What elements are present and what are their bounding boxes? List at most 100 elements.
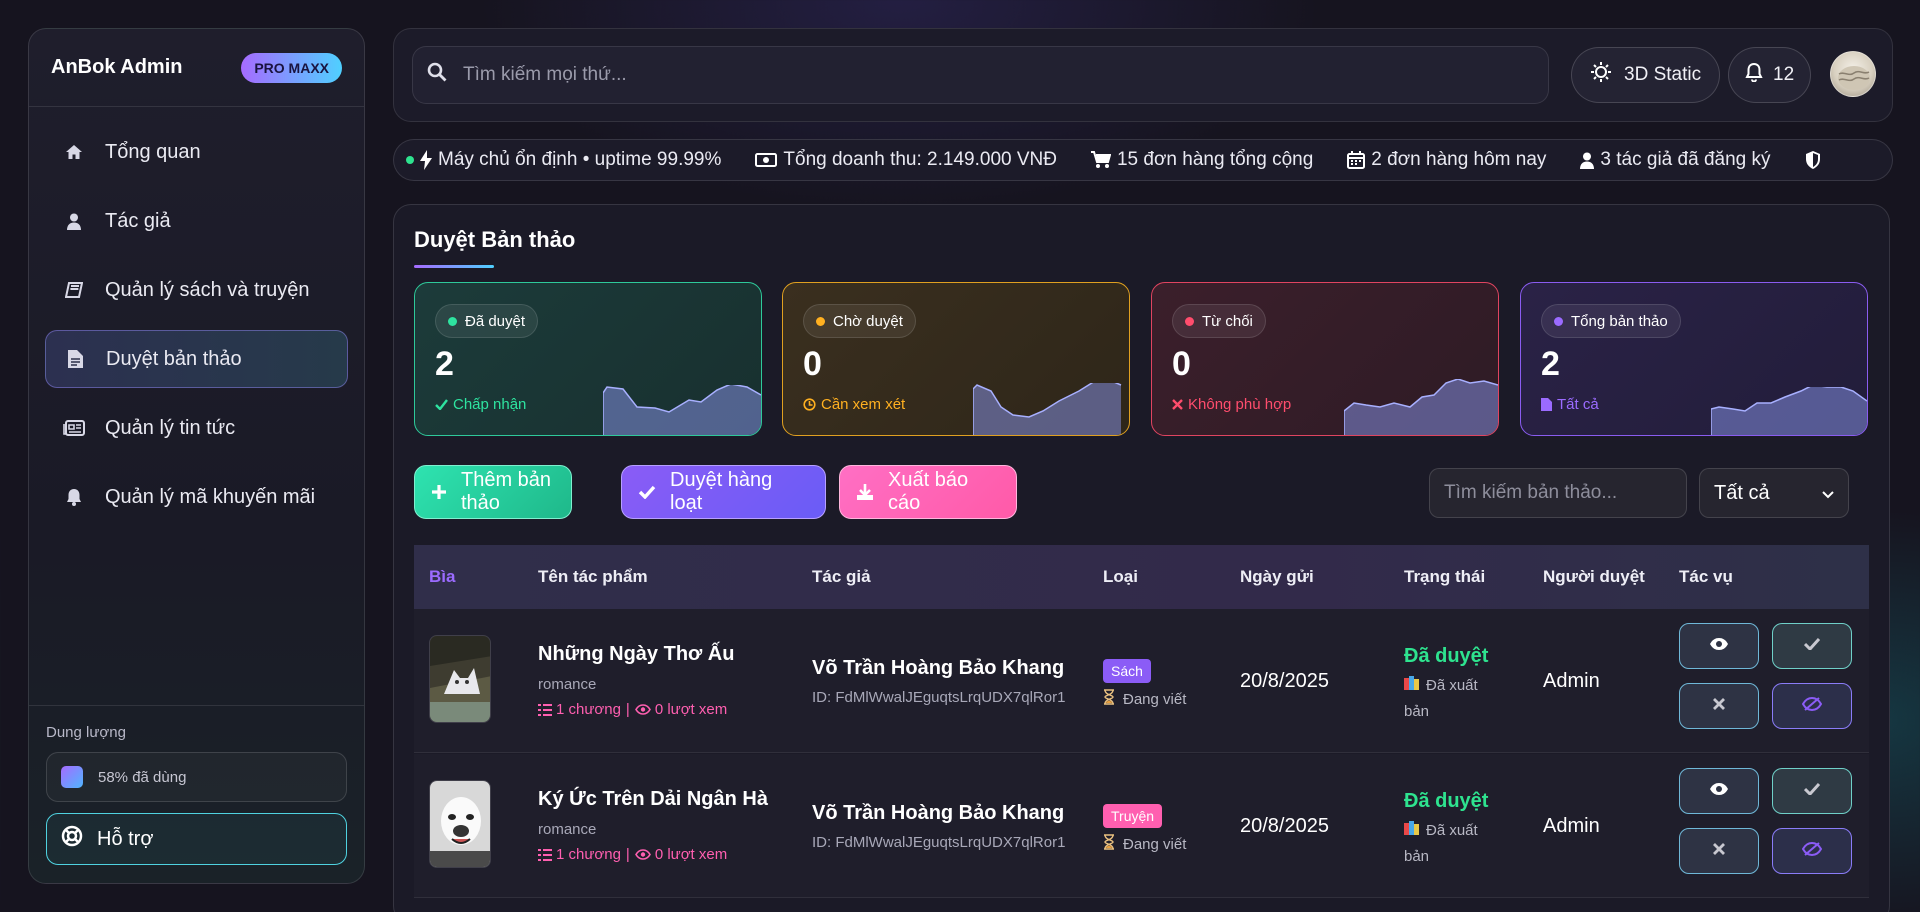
sidebar-item-label: Quản lý tin tức xyxy=(105,416,236,439)
sidebar-item-label: Quản lý mã khuyến mãi xyxy=(105,485,316,508)
column-header[interactable]: Tên tác phẩm xyxy=(538,567,648,587)
stat-subtitle-text: Tất cả xyxy=(1557,396,1599,413)
eye-icon xyxy=(634,704,651,715)
stat-chip: Chờ duyệt xyxy=(803,304,916,338)
book-title[interactable]: Ký Ức Trên Dải Ngân Hà xyxy=(538,788,768,811)
submitted-date: 20/8/2025 xyxy=(1240,670,1329,692)
stat-chip: Từ chối xyxy=(1172,304,1266,338)
ticker-security xyxy=(1805,151,1827,169)
column-header[interactable]: Tác giả xyxy=(812,567,871,587)
view-button[interactable] xyxy=(1679,768,1759,814)
meta-separator: | xyxy=(625,846,630,863)
status-filter-select[interactable]: Tất cả xyxy=(1699,468,1849,518)
hourglass-icon xyxy=(1103,689,1115,709)
view-count: 0 lượt xem xyxy=(654,846,728,863)
stat-subtitle-text: Chấp nhận xyxy=(453,396,527,413)
home-icon xyxy=(63,144,85,160)
global-search-input[interactable]: Tìm kiếm mọi thứ... xyxy=(412,46,1549,104)
user-icon xyxy=(63,213,85,230)
storage-swatch-icon xyxy=(61,766,83,788)
stat-value: 2 xyxy=(1541,345,1560,383)
sidebar-item-books[interactable]: Quản lý sách và truyện xyxy=(45,261,348,319)
hourglass-icon xyxy=(1103,834,1115,854)
sparkline-chart xyxy=(1711,387,1867,435)
writing-status: Đang viết xyxy=(1103,689,1186,709)
chapter-count: 1 chương xyxy=(556,846,621,863)
sidebar-item-label: Tổng quan xyxy=(105,140,201,163)
sidebar: AnBok Admin PRO MAXX Tổng quan Tác giả Q… xyxy=(28,28,365,884)
status-detail: Đã xuất bản xyxy=(1404,673,1504,725)
book-icon xyxy=(63,282,85,298)
table-row: Những Ngày Thơ Ấu romance 1 chương | 0 l… xyxy=(414,609,1869,753)
export-report-button[interactable]: Xuất báo cáo xyxy=(839,465,1017,519)
support-button[interactable]: Hỗ trợ xyxy=(46,813,347,865)
sidebar-item-overview[interactable]: Tổng quan xyxy=(45,123,348,181)
column-header[interactable]: Người duyệt xyxy=(1543,567,1645,587)
stat-chip: Tổng bản thảo xyxy=(1541,304,1681,338)
user-avatar[interactable] xyxy=(1830,51,1876,97)
sidebar-item-promo[interactable]: Quản lý mã khuyến mãi xyxy=(45,468,348,526)
meta-separator: | xyxy=(625,701,630,718)
status-label: Đã duyệt xyxy=(1404,645,1489,667)
notification-count: 12 xyxy=(1773,64,1795,85)
status-dot-icon xyxy=(448,316,457,326)
reject-button[interactable] xyxy=(1679,683,1759,729)
column-header[interactable]: Trạng thái xyxy=(1404,567,1485,587)
hide-button[interactable] xyxy=(1772,828,1852,874)
stat-card-pending: Chờ duyệt 0 Cần xem xét xyxy=(782,282,1130,436)
approve-button[interactable] xyxy=(1772,623,1852,669)
support-label: Hỗ trợ xyxy=(97,827,154,850)
manuscript-search-input[interactable]: Tìm kiếm bản thảo... xyxy=(1429,468,1687,518)
notifications-button[interactable]: 12 xyxy=(1728,47,1812,103)
file-icon xyxy=(1541,398,1552,411)
sidebar-item-manuscripts[interactable]: Duyệt bản thảo xyxy=(45,330,348,388)
sidebar-item-label: Duyệt bản thảo xyxy=(106,347,242,370)
sidebar-item-authors[interactable]: Tác giả xyxy=(45,192,348,250)
bulk-approve-button[interactable]: Duyệt hàng loạt xyxy=(621,465,826,519)
table-row: Ký Ức Trên Dải Ngân Hà romance 1 chương … xyxy=(414,754,1869,898)
theme-label: 3D Static xyxy=(1624,64,1702,85)
view-button[interactable] xyxy=(1679,623,1759,669)
plus-icon xyxy=(431,484,447,500)
shield-icon xyxy=(1805,151,1821,169)
eye-icon xyxy=(634,849,651,860)
bell-icon xyxy=(1745,62,1763,88)
close-icon xyxy=(1713,697,1725,715)
stat-subtitle-text: Không phù hợp xyxy=(1188,396,1292,413)
column-header[interactable]: Tác vụ xyxy=(1679,567,1733,587)
stat-subtitle: Cần xem xét xyxy=(803,396,905,413)
column-header[interactable]: Loại xyxy=(1103,567,1138,587)
button-label: Xuất báo cáo xyxy=(888,469,969,514)
theme-toggle-button[interactable]: 3D Static xyxy=(1571,47,1721,103)
file-icon xyxy=(64,350,86,368)
hide-button[interactable] xyxy=(1772,683,1852,729)
ticker-today: 2 đơn hàng hôm nay xyxy=(1347,149,1546,171)
stat-value: 0 xyxy=(1172,345,1191,383)
search-placeholder: Tìm kiếm mọi thứ... xyxy=(463,64,627,85)
submitted-date: 20/8/2025 xyxy=(1240,815,1329,837)
status-dot-icon xyxy=(1185,316,1194,326)
reject-button[interactable] xyxy=(1679,828,1759,874)
column-header[interactable]: Bìa xyxy=(429,567,455,587)
sparkline-chart xyxy=(1344,379,1498,435)
column-header[interactable]: Ngày gửi xyxy=(1240,567,1314,587)
add-manuscript-button[interactable]: Thêm bản thảo xyxy=(414,465,572,519)
ticker-text: 15 đơn hàng tổng cộng xyxy=(1116,149,1314,170)
eye-icon xyxy=(1709,782,1729,801)
approve-button[interactable] xyxy=(1772,768,1852,814)
book-meta: 1 chương | 0 lượt xem xyxy=(538,846,727,863)
ticker-text: 3 tác giả đã đăng ký xyxy=(1600,149,1771,170)
sidebar-item-news[interactable]: Quản lý tin tức xyxy=(45,399,348,457)
chevron-down-icon xyxy=(1822,482,1834,505)
download-icon xyxy=(856,483,874,501)
book-meta: 1 chương | 0 lượt xem xyxy=(538,701,727,718)
sun-icon xyxy=(1590,61,1612,89)
button-label: Duyệt hàng loạt xyxy=(670,469,773,514)
book-title[interactable]: Những Ngày Thơ Ấu xyxy=(538,643,734,666)
ticker-text: Máy chủ ổn định • uptime 99.99% xyxy=(438,149,722,170)
manuscript-review-panel: Duyệt Bản thảo Đã duyệt 2 Chấp nhận Chờ … xyxy=(393,204,1890,912)
stat-subtitle-text: Cần xem xét xyxy=(821,396,906,413)
stat-card-approved: Đã duyệt 2 Chấp nhận xyxy=(414,282,762,436)
type-badge: Sách xyxy=(1103,659,1151,683)
ticker-text: Tổng doanh thu: 2.149.000 VNĐ xyxy=(783,149,1057,170)
